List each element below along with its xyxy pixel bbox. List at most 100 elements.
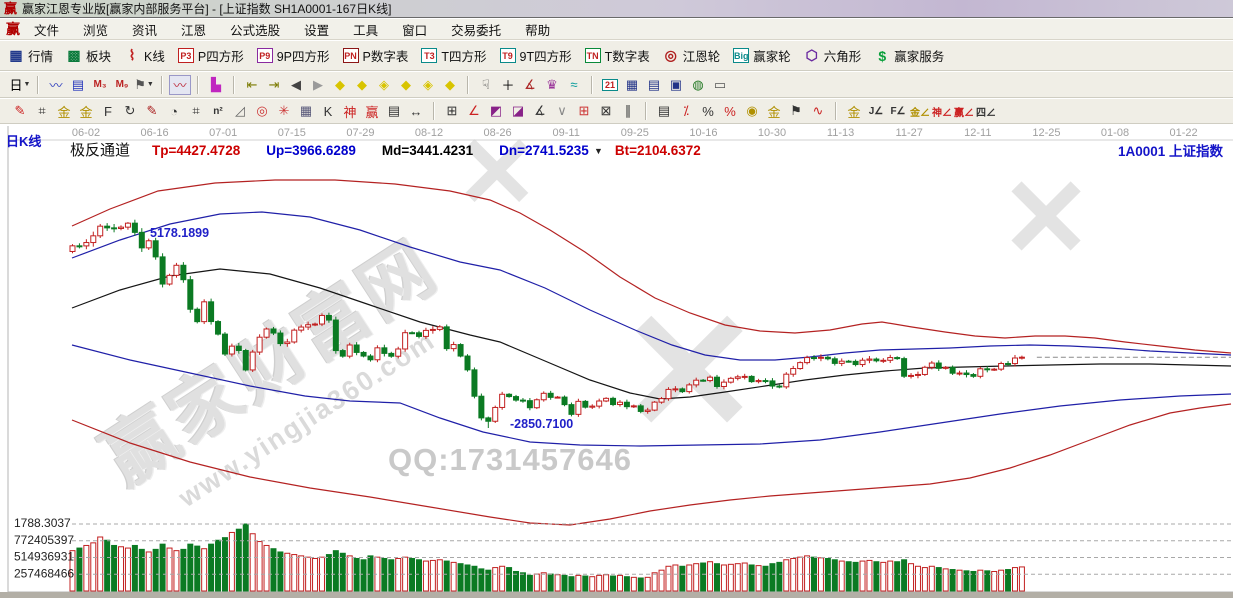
zigzag-blue-icon[interactable]: 〰 (45, 75, 67, 95)
diamond-expand-icon[interactable]: ◆ (439, 75, 461, 95)
print-icon[interactable]: ▭ (709, 75, 731, 95)
dense-grid-icon[interactable]: ▤ (383, 101, 405, 121)
clock-dial-icon[interactable]: ◔ (163, 101, 185, 121)
box-frame-icon[interactable]: ⊞ (441, 101, 463, 121)
hexagon-button[interactable]: ⬡六角形 (804, 46, 862, 65)
percent-slash-icon[interactable]: ⁒ (675, 101, 697, 121)
target-circle-icon[interactable]: ◎ (251, 101, 273, 121)
chart-m3-icon[interactable]: M₃ (89, 75, 111, 95)
menu-formula-stockpick[interactable]: 公式选股 (230, 20, 280, 39)
menu-file[interactable]: 文件 (34, 20, 59, 39)
n2-ruler-icon[interactable]: n² (207, 101, 229, 121)
flag-pen-icon[interactable]: ⚑ (785, 101, 807, 121)
step-histogram-icon[interactable]: ▤ (653, 101, 675, 121)
grid-target-icon[interactable]: ▦ (295, 101, 317, 121)
notebook-icon[interactable]: ▤ (643, 75, 665, 95)
star-target-icon[interactable]: ✳ (273, 101, 295, 121)
t-square-button[interactable]: T3T四方形 (421, 46, 486, 65)
9t-square-button[interactable]: T99T四方形 (500, 46, 572, 65)
page-next-icon[interactable]: ▶ (307, 75, 329, 95)
9p-square-button[interactable]: P99P四方形 (257, 46, 330, 65)
angle-lines-icon[interactable]: ∡ (529, 101, 551, 121)
wave-channel-icon[interactable]: ∿ (807, 101, 829, 121)
hash-ruler-icon[interactable]: ⌗ (31, 101, 53, 121)
volume-bar (216, 540, 221, 591)
gold-underline-icon[interactable]: 金 (843, 101, 865, 121)
gann-wheel-button[interactable]: ◎江恩轮 (663, 46, 721, 65)
menu-browse[interactable]: 浏览 (83, 20, 108, 39)
diamond-shift-right-icon[interactable]: ◆ (351, 75, 373, 95)
zigzag-red-icon[interactable]: 〰 (169, 75, 191, 95)
menu-gann[interactable]: 江恩 (181, 20, 206, 39)
calendar-21-icon[interactable]: 21 (599, 75, 621, 95)
web-links-icon[interactable]: ◍ (687, 75, 709, 95)
winner-wheel-button[interactable]: Big赢家轮 (733, 46, 791, 65)
menu-news[interactable]: 资讯 (132, 20, 157, 39)
bottom-strip[interactable] (0, 592, 1233, 598)
diamond-shift-left-icon[interactable]: ◆ (329, 75, 351, 95)
crown-icon[interactable]: ♛ (541, 75, 563, 95)
kline-button[interactable]: ⌇K线 (124, 46, 165, 65)
ying-angle-icon[interactable]: 赢∠ (953, 101, 975, 121)
gold-gauge-1-icon[interactable]: 金 (53, 101, 75, 121)
span-arrows-icon[interactable]: ↔ (405, 101, 427, 121)
flag-dropdown-icon[interactable]: ⚑▼ (133, 75, 155, 95)
menu-logo-icon: 赢 (6, 19, 20, 39)
red-fan-icon[interactable]: ∠ (463, 101, 485, 121)
period-daily-dropdown-icon[interactable]: 日▼ (9, 75, 31, 95)
diamond-compress-icon[interactable]: ◈ (373, 75, 395, 95)
crosshair-icon[interactable]: ＋ (497, 75, 519, 95)
red-grid-icon[interactable]: ⊞ (573, 101, 595, 121)
pencil-red-icon[interactable]: ✎ (141, 101, 163, 121)
hash-ruler-2-icon[interactable]: ⌗ (185, 101, 207, 121)
si-angle-icon[interactable]: 四∠ (975, 101, 997, 121)
f-gauge-icon[interactable]: F (97, 101, 119, 121)
slant-lines-icon[interactable]: ∥ (617, 101, 639, 121)
f-angle-icon[interactable]: F∠ (887, 101, 909, 121)
wave-icon[interactable]: ≈ (563, 75, 585, 95)
winner-service-button[interactable]: $赢家服务 (874, 46, 944, 65)
menu-window[interactable]: 窗口 (402, 20, 427, 39)
k-quote-icon[interactable]: K (317, 101, 339, 121)
gold-lines-icon[interactable]: 金 (763, 101, 785, 121)
goto-first-icon[interactable]: ⇤ (241, 75, 263, 95)
gold-coin-icon[interactable]: ◉ (741, 101, 763, 121)
menu-tools[interactable]: 工具 (353, 20, 378, 39)
color-histogram-icon[interactable]: ▙ (205, 75, 227, 95)
box-fan-dark-icon[interactable]: ◪ (507, 101, 529, 121)
angle-flag-icon[interactable]: ∡ (519, 75, 541, 95)
goto-last-icon[interactable]: ⇥ (263, 75, 285, 95)
sectors-button[interactable]: ▩板块 (66, 46, 111, 65)
save-icon[interactable]: ▣ (665, 75, 687, 95)
spiral-icon[interactable]: ↻ (119, 101, 141, 121)
gold-gauge-2-icon[interactable]: 金 (75, 101, 97, 121)
quotes-button[interactable]: ▦行情 (8, 46, 53, 65)
diamond-cross-icon[interactable]: ◆ (395, 75, 417, 95)
menu-settings[interactable]: 设置 (304, 20, 329, 39)
rocket-pen-icon[interactable]: ✎ (9, 101, 31, 121)
box-fan-icon[interactable]: ◩ (485, 101, 507, 121)
chart-m9-icon[interactable]: M₉ (111, 75, 133, 95)
diamond-star-icon[interactable]: ◈ (417, 75, 439, 95)
p-number-table-button[interactable]: PNP数字表 (343, 46, 409, 65)
shen-angle-icon[interactable]: 神∠ (931, 101, 953, 121)
menu-help[interactable]: 帮助 (525, 20, 550, 39)
v-lines-icon[interactable]: ∨ (551, 101, 573, 121)
calculator-icon[interactable]: ▦ (621, 75, 643, 95)
page-prev-icon[interactable]: ◀ (285, 75, 307, 95)
kline-chart-canvas[interactable]: 06-0206-1607-0107-1507-2908-1208-2609-11… (0, 124, 1233, 598)
gold-angle-icon[interactable]: 金∠ (909, 101, 931, 121)
p-square-button[interactable]: P3P四方形 (178, 46, 244, 65)
j-angle-icon[interactable]: J∠ (865, 101, 887, 121)
notes-icon[interactable]: ▤ (67, 75, 89, 95)
volume-bar (181, 549, 186, 591)
black-grid-icon[interactable]: ⊠ (595, 101, 617, 121)
ying-gauge-icon[interactable]: 赢 (361, 101, 383, 121)
t-number-table-button[interactable]: TNT数字表 (585, 46, 650, 65)
menu-trade[interactable]: 交易委托 (451, 20, 501, 39)
hand-pan-icon[interactable]: ☟ (475, 75, 497, 95)
set-square-icon[interactable]: ◿ (229, 101, 251, 121)
percent-sign-icon[interactable]: % (697, 101, 719, 121)
shen-gauge-icon[interactable]: 神 (339, 101, 361, 121)
percent-line-icon[interactable]: % (719, 101, 741, 121)
